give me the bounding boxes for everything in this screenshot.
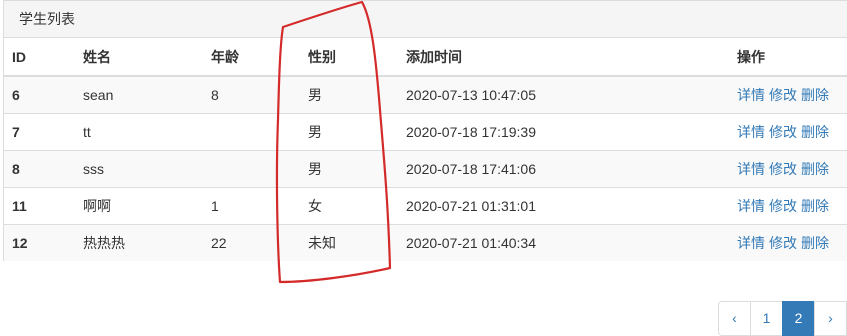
cell-actions: 详情 修改 删除 (729, 113, 847, 151)
cell-age: 1 (203, 187, 300, 225)
edit-link[interactable]: 修改 (769, 87, 797, 103)
cell-age: 8 (203, 75, 300, 114)
detail-link[interactable]: 详情 (737, 124, 765, 140)
cell-actions: 详情 修改 删除 (729, 187, 847, 225)
delete-link[interactable]: 删除 (801, 198, 829, 214)
cell-name: sean (75, 75, 203, 114)
table-row: 12 热热热 22 未知 2020-07-21 01:40:34 详情 修改 删除 (4, 224, 847, 261)
header-time: 添加时间 (398, 38, 729, 77)
cell-time: 2020-07-18 17:41:06 (398, 150, 729, 188)
header-name: 姓名 (75, 38, 203, 77)
cell-id: 11 (4, 187, 75, 225)
cell-name: tt (75, 113, 203, 151)
detail-link[interactable]: 详情 (737, 235, 765, 251)
delete-link[interactable]: 删除 (801, 87, 829, 103)
detail-link[interactable]: 详情 (737, 198, 765, 214)
cell-time: 2020-07-13 10:47:05 (398, 75, 729, 114)
cell-id: 8 (4, 150, 75, 188)
cell-id: 6 (4, 75, 75, 114)
cell-id: 12 (4, 224, 75, 261)
detail-link[interactable]: 详情 (737, 87, 765, 103)
cell-time: 2020-07-21 01:40:34 (398, 224, 729, 261)
edit-link[interactable]: 修改 (769, 161, 797, 177)
prev-page-button[interactable]: ‹ (718, 301, 751, 336)
cell-gender: 女 (300, 187, 398, 225)
cell-actions: 详情 修改 删除 (729, 75, 847, 114)
delete-link[interactable]: 删除 (801, 161, 829, 177)
pagination: ‹ 1 2 › (718, 301, 847, 336)
detail-link[interactable]: 详情 (737, 161, 765, 177)
table-row: 11 啊啊 1 女 2020-07-21 01:31:01 详情 修改 删除 (4, 187, 847, 225)
cell-gender: 未知 (300, 224, 398, 261)
cell-gender: 男 (300, 75, 398, 114)
table-row: 7 tt 男 2020-07-18 17:19:39 详情 修改 删除 (4, 113, 847, 151)
cell-name: 热热热 (75, 224, 203, 261)
table-header-row: ID 姓名 年龄 性别 添加时间 操作 (4, 38, 847, 77)
cell-age: 22 (203, 224, 300, 261)
cell-actions: 详情 修改 删除 (729, 224, 847, 261)
cell-gender: 男 (300, 113, 398, 151)
page-1-button[interactable]: 1 (750, 301, 783, 336)
table-row: 8 sss 男 2020-07-18 17:41:06 详情 修改 删除 (4, 150, 847, 188)
edit-link[interactable]: 修改 (769, 124, 797, 140)
table-row: 6 sean 8 男 2020-07-13 10:47:05 详情 修改 删除 (4, 75, 847, 114)
header-gender: 性别 (300, 38, 398, 77)
cell-name: 啊啊 (75, 187, 203, 225)
header-id: ID (4, 38, 75, 77)
panel-title: 学生列表 (4, 1, 847, 38)
cell-gender: 男 (300, 150, 398, 188)
header-actions: 操作 (729, 38, 847, 77)
delete-link[interactable]: 删除 (801, 124, 829, 140)
page-2-button[interactable]: 2 (782, 301, 815, 336)
header-age: 年龄 (203, 38, 300, 77)
student-table: ID 姓名 年龄 性别 添加时间 操作 6 sean 8 男 2020-07-1… (4, 38, 847, 261)
cell-name: sss (75, 150, 203, 188)
edit-link[interactable]: 修改 (769, 198, 797, 214)
edit-link[interactable]: 修改 (769, 235, 797, 251)
cell-age (203, 113, 300, 151)
cell-id: 7 (4, 113, 75, 151)
cell-age (203, 150, 300, 188)
cell-time: 2020-07-21 01:31:01 (398, 187, 729, 225)
next-page-button[interactable]: › (814, 301, 847, 336)
cell-actions: 详情 修改 删除 (729, 150, 847, 188)
delete-link[interactable]: 删除 (801, 235, 829, 251)
cell-time: 2020-07-18 17:19:39 (398, 113, 729, 151)
student-list-panel: 学生列表 ID 姓名 年龄 性别 添加时间 操作 6 sean 8 男 2020… (3, 0, 847, 261)
